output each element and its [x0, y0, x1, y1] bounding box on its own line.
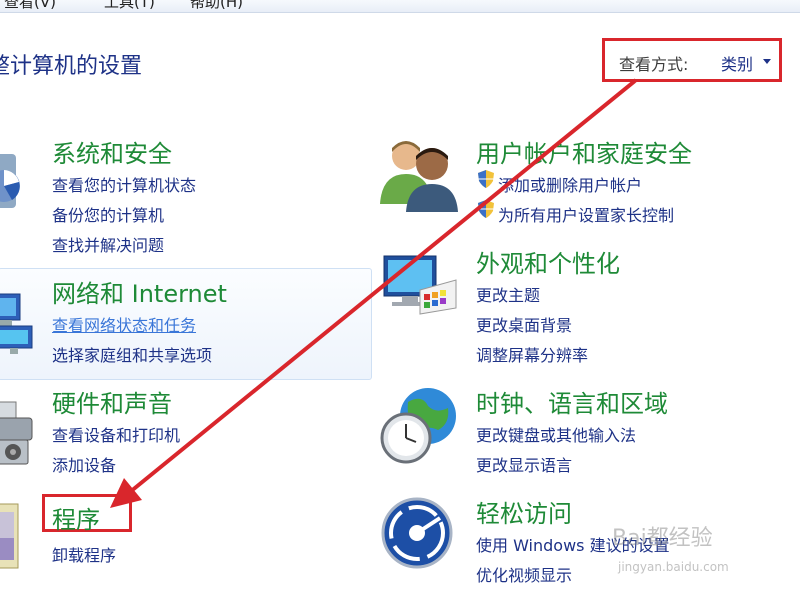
page-title: 整计算机的设置 [0, 54, 143, 79]
menu-tools[interactable]: 工具(T) [104, 0, 155, 12]
menu-view[interactable]: 查看(V) [4, 0, 56, 12]
link-parental-controls[interactable]: 为所有用户设置家长控制 [498, 202, 674, 226]
view-by-selector: 查看方式: 类别 [602, 38, 782, 82]
ease-of-access-icon[interactable] [380, 496, 454, 574]
link-change-desktop-background[interactable]: 更改桌面背景 [476, 312, 572, 336]
view-by-label: 查看方式: [619, 55, 689, 74]
link-troubleshoot[interactable]: 查找并解决问题 [52, 232, 164, 256]
watermark-logo: Bai都经验 [612, 526, 713, 551]
category-network-internet[interactable]: 网络和 Internet [52, 274, 227, 309]
menu-bar: 查看(V) 工具(T) 帮助(H) [0, 0, 800, 13]
link-change-keyboards[interactable]: 更改键盘或其他输入法 [476, 422, 636, 446]
programs-box-icon[interactable] [0, 498, 24, 578]
monitor-palette-icon[interactable] [380, 250, 460, 328]
category-programs[interactable]: 程序 [52, 500, 100, 535]
link-view-computer-status[interactable]: 查看您的计算机状态 [52, 172, 196, 196]
link-view-network-status[interactable]: 查看网络状态和任务 [52, 312, 196, 336]
link-optimize-visual-display[interactable]: 优化视频显示 [476, 562, 572, 586]
link-change-display-language[interactable]: 更改显示语言 [476, 452, 572, 476]
link-change-theme[interactable]: 更改主题 [476, 282, 540, 306]
link-homegroup-sharing[interactable]: 选择家庭组和共享选项 [52, 342, 212, 366]
menu-help[interactable]: 帮助(H) [190, 0, 243, 12]
link-add-device[interactable]: 添加设备 [52, 452, 116, 476]
view-by-dropdown[interactable]: 类别 [721, 51, 753, 75]
category-appearance[interactable]: 外观和个性化 [476, 244, 620, 279]
uac-shield-icon [478, 200, 494, 218]
printer-speaker-icon[interactable] [0, 398, 36, 472]
category-ease-of-access[interactable]: 轻松访问 [476, 494, 572, 529]
category-user-accounts[interactable]: 用户帐户和家庭安全 [476, 134, 692, 169]
clock-globe-icon[interactable] [378, 384, 462, 472]
link-adjust-resolution[interactable]: 调整屏幕分辨率 [476, 342, 588, 366]
uac-shield-icon [478, 170, 494, 188]
link-add-remove-accounts[interactable]: 添加或删除用户帐户 [498, 172, 642, 196]
category-clock-language-region[interactable]: 时钟、语言和区域 [476, 384, 668, 419]
link-devices-printers[interactable]: 查看设备和打印机 [52, 422, 180, 446]
category-hardware-sound[interactable]: 硬件和声音 [52, 384, 172, 419]
watermark-url: jingyan.baidu.com [618, 560, 729, 574]
network-computers-icon[interactable] [0, 290, 34, 360]
category-system-security[interactable]: 系统和安全 [52, 134, 172, 169]
link-backup-computer[interactable]: 备份您的计算机 [52, 202, 164, 226]
link-uninstall-program[interactable]: 卸载程序 [52, 542, 116, 566]
shield-chart-icon[interactable] [0, 148, 32, 218]
users-icon[interactable] [376, 134, 466, 218]
chevron-down-icon[interactable] [763, 59, 771, 64]
